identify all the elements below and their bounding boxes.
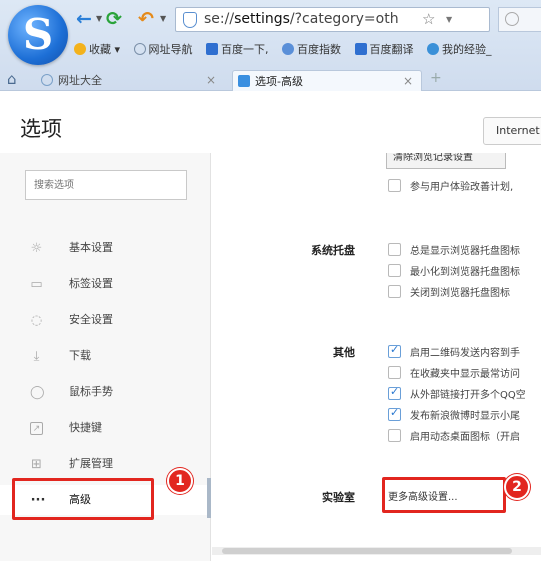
sidebar-scrollbar[interactable]	[207, 478, 211, 518]
star-icon	[74, 43, 86, 55]
tab-options-advanced[interactable]: 选项-高级 ×	[232, 70, 422, 91]
tab-strip: ⌂ 网址大全 × 选项-高级 × +	[0, 68, 541, 91]
checkbox-checked[interactable]	[388, 343, 401, 358]
shield-icon	[183, 12, 197, 28]
sidebar-item-download[interactable]: ⤓ 下载	[0, 341, 211, 371]
paw-icon	[282, 43, 295, 55]
translate-icon	[354, 43, 367, 55]
settings-search-input[interactable]	[25, 170, 187, 200]
bookmark-my-experience[interactable]: 我的经验_	[427, 40, 492, 60]
back-button[interactable]: ←	[76, 8, 92, 30]
home-icon[interactable]: ⌂	[7, 70, 17, 88]
sidebar-item-basic[interactable]: ☼ 基本设置	[0, 233, 211, 263]
download-icon: ⤓	[33, 349, 40, 364]
sidebar-item-tabs[interactable]: ▭ 标签设置	[0, 269, 211, 299]
search-box[interactable]	[498, 7, 541, 32]
close-icon[interactable]: ×	[403, 71, 413, 92]
close-icon[interactable]: ×	[206, 70, 216, 91]
highlight-more-settings	[382, 477, 506, 513]
shortcut-icon: ↗	[30, 422, 43, 435]
extensions-icon: ⊞	[31, 457, 42, 472]
checkbox[interactable]	[388, 264, 401, 277]
sidebar-item-security[interactable]: ◌ 安全设置	[0, 305, 211, 335]
bookmark-baidu-index[interactable]: 百度指数	[282, 40, 341, 60]
search-icon	[505, 12, 519, 26]
undo-dropdown-icon[interactable]: ▼	[160, 14, 166, 23]
step-badge-1: 1	[167, 468, 193, 494]
bookmarks-bar: 收藏 ▾ 网址导航 百度一下, 百度指数 百度翻译 我的经验_	[74, 40, 502, 60]
sidebar-item-shortcuts[interactable]: ↗ 快捷键	[0, 413, 211, 443]
clear-history-settings-button[interactable]: 清除浏览记录设置	[386, 153, 506, 169]
new-tab-button[interactable]: +	[430, 70, 442, 86]
browser-chrome: S ← ▼ ⟳ ↶ ▼ se://settings/?category=oth …	[0, 0, 541, 91]
shield-icon: ◌	[30, 313, 43, 328]
checkbox[interactable]	[388, 429, 401, 442]
address-bar[interactable]: se://settings/?category=oth ☆ ▼	[175, 7, 490, 32]
paw-icon	[206, 43, 219, 55]
undo-close-button[interactable]: ↶	[138, 8, 154, 30]
paw-icon	[427, 43, 440, 55]
star-icon[interactable]: ☆	[422, 10, 435, 28]
page-header: 选项 Internet	[0, 91, 541, 153]
step-badge-2: 2	[504, 474, 530, 500]
checkbox[interactable]	[388, 285, 401, 298]
bookmark-site-nav[interactable]: 网址导航	[133, 40, 193, 60]
settings-page-icon	[238, 75, 250, 87]
tab-site-directory[interactable]: 网址大全 ×	[36, 70, 224, 91]
browser-logo: S	[8, 5, 68, 65]
bookmark-baidu-translate[interactable]: 百度翻译	[354, 40, 414, 60]
mouse-icon: ◯	[30, 385, 45, 400]
checkbox-checked[interactable]	[388, 406, 401, 421]
back-dropdown-icon[interactable]: ▼	[96, 14, 102, 23]
bookmark-favorites[interactable]: 收藏 ▾	[74, 40, 120, 60]
scrollbar-thumb[interactable]	[222, 548, 512, 554]
page-title: 选项	[20, 117, 62, 141]
checkbox[interactable]	[388, 366, 401, 379]
sun-icon: ☼	[30, 241, 43, 256]
chevron-down-icon[interactable]: ▼	[446, 15, 452, 24]
tab-icon: ▭	[30, 277, 43, 292]
section-title-lab: 实验室	[322, 491, 355, 504]
globe-icon	[41, 74, 53, 86]
address-url[interactable]: se://settings/?category=oth	[204, 11, 414, 27]
sidebar-item-mouse-gestures[interactable]: ◯ 鼠标手势	[0, 377, 211, 407]
section-title-tray: 系统托盘	[311, 244, 355, 257]
globe-icon	[133, 43, 146, 55]
refresh-button[interactable]: ⟳	[106, 8, 122, 30]
internet-options-button[interactable]: Internet	[483, 117, 541, 145]
checkbox[interactable]	[388, 243, 401, 256]
horizontal-scrollbar[interactable]	[212, 547, 541, 555]
bookmark-baidu[interactable]: 百度一下,	[206, 40, 269, 60]
checkbox-checked[interactable]	[388, 385, 401, 400]
highlight-advanced	[12, 478, 154, 520]
checkbox[interactable]	[388, 179, 401, 192]
section-title-other: 其他	[333, 346, 355, 359]
